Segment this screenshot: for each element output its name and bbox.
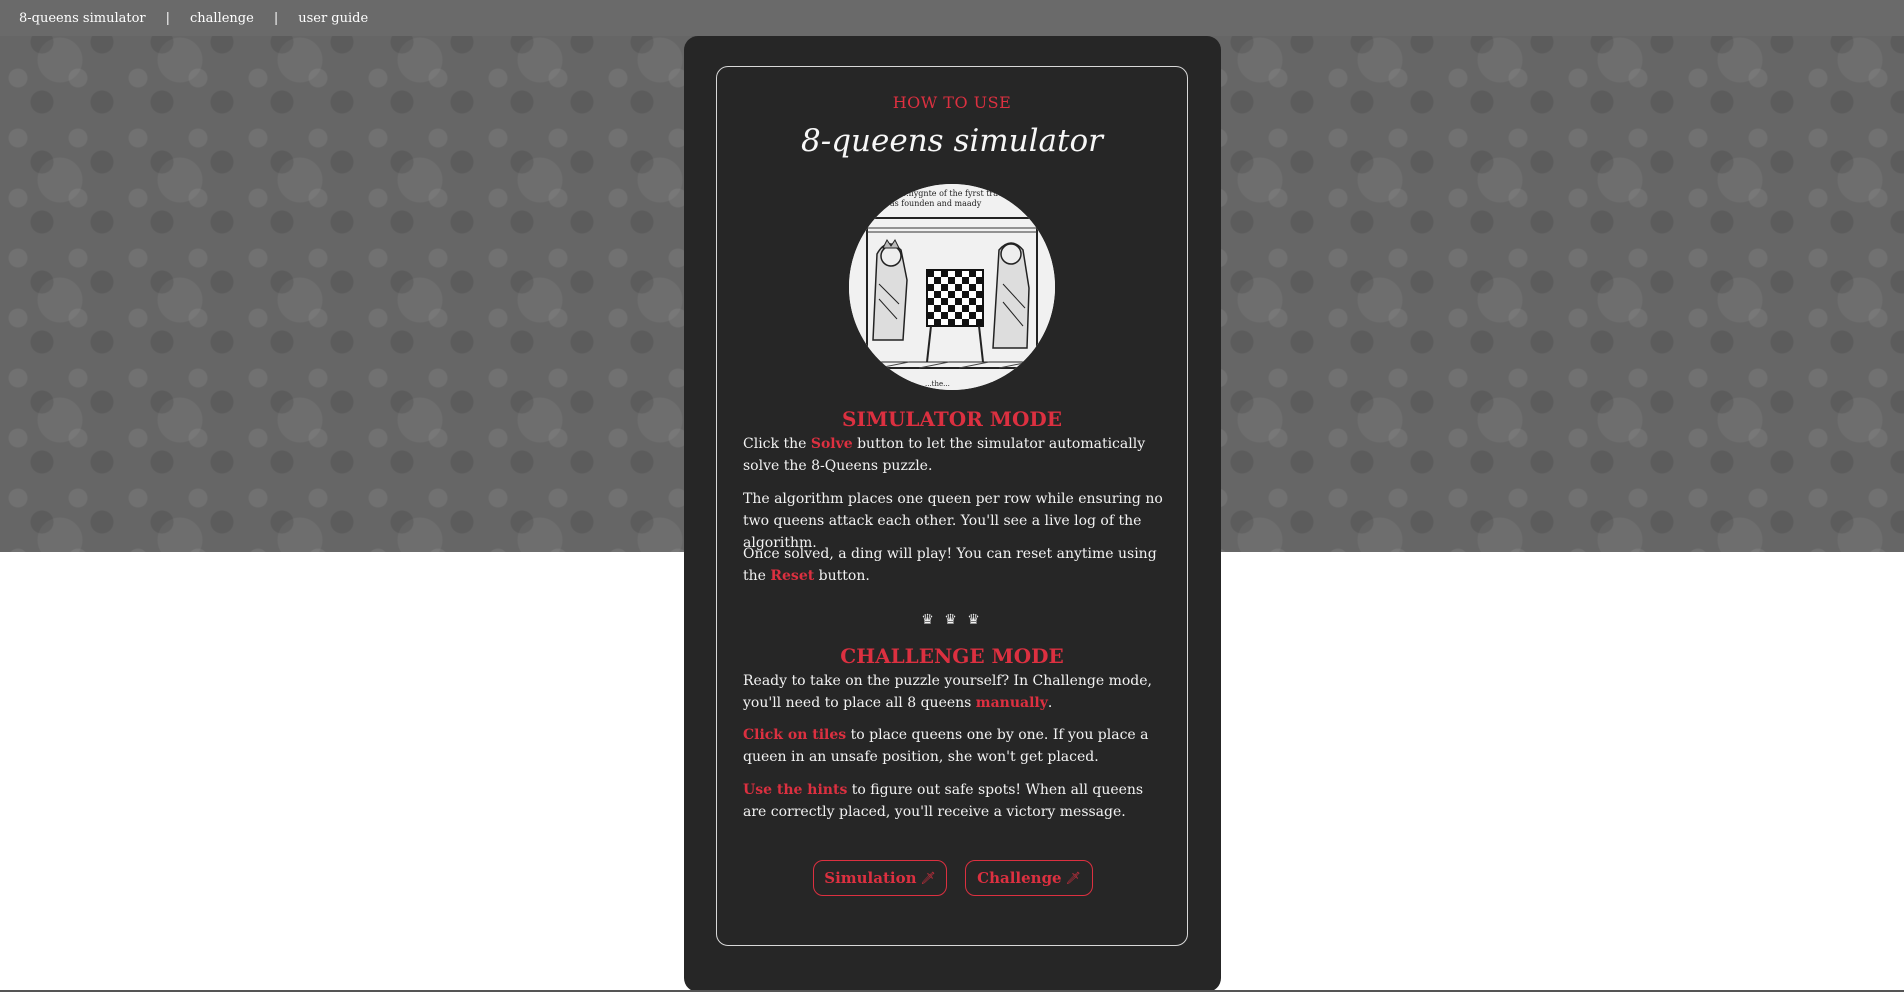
simulation-button-label: Simulation: [824, 869, 917, 887]
crown-divider: ♛ ♛ ♛: [921, 612, 983, 628]
challenge-button-label: Challenge: [977, 869, 1062, 887]
challenge-paragraph-1: Ready to take on the puzzle yourself? In…: [743, 673, 1152, 711]
guide-card-inner: HOW TO USE 8-queens simulator ...nygnte …: [716, 66, 1188, 946]
simulator-paragraph-3: Once solved, a ding will play! You can r…: [743, 546, 1157, 584]
sword-icon: 🗡: [1065, 871, 1081, 885]
nav-link-challenge[interactable]: challenge: [190, 11, 254, 26]
top-navigation: 8-queens simulator | challenge | user gu…: [0, 0, 1904, 36]
reset-highlight: Reset: [770, 568, 815, 584]
nav-separator: |: [273, 10, 279, 26]
challenge-mode-heading: CHALLENGE MODE: [840, 644, 1064, 668]
simulator-mode-heading: SIMULATOR MODE: [842, 407, 1062, 431]
nav-link-simulator[interactable]: 8-queens simulator: [19, 11, 146, 26]
simulator-paragraph-1: Click the Solve button to let the simula…: [743, 436, 1146, 474]
eyebrow-label: HOW TO USE: [892, 93, 1012, 112]
challenge-paragraph-2: Click on tiles to place queens one by on…: [743, 727, 1149, 765]
click-on-tiles-highlight: Click on tiles: [743, 727, 847, 743]
chess-illustration: ...nygnte of the fyrst tractat was found…: [849, 184, 1055, 390]
solve-highlight: Solve: [810, 436, 853, 452]
challenge-button[interactable]: Challenge 🗡: [965, 860, 1093, 896]
woodcut-image: ...nygnte of the fyrst tractat was found…: [849, 184, 1055, 390]
page-title: 8-queens simulator: [801, 123, 1103, 159]
manually-highlight: manually: [975, 695, 1048, 711]
nav-link-user-guide[interactable]: user guide: [298, 11, 368, 26]
challenge-paragraph-3: Use the hints to figure out safe spots! …: [743, 782, 1144, 820]
use-the-hints-highlight: Use the hints: [743, 782, 848, 798]
guide-card: HOW TO USE 8-queens simulator ...nygnte …: [684, 36, 1221, 992]
sword-icon: 🗡: [920, 871, 936, 885]
illustration-caption-top: ...nygnte of the fyrst tractat: [901, 189, 1014, 198]
illustration-caption-bottom: ...the...: [925, 380, 950, 388]
nav-separator: |: [165, 10, 171, 26]
illustration-caption-top-2: was founden and maady: [883, 199, 982, 208]
simulation-button[interactable]: Simulation 🗡: [813, 860, 947, 896]
